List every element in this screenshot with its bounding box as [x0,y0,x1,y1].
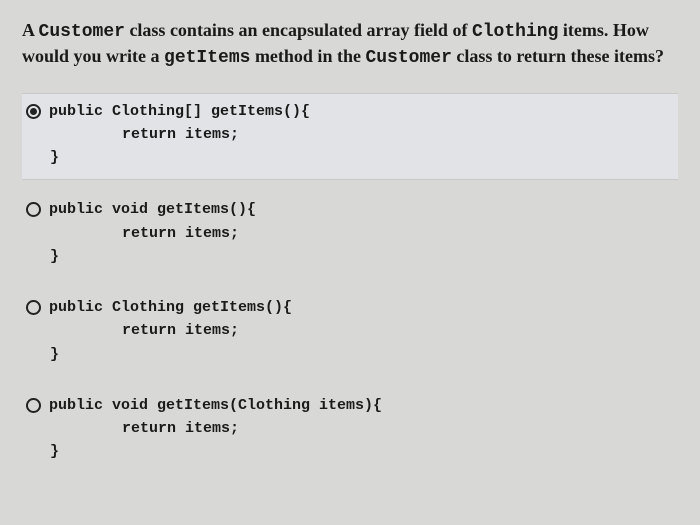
question-prompt: A Customer class contains an encapsulate… [22,18,678,71]
radio-unselected-icon [26,202,41,217]
radio-unselected-icon [26,398,41,413]
radio-selected-icon [26,104,41,119]
option-signature: public void getItems(){ [49,198,256,221]
q-text-4: method in the [250,46,365,66]
radio-unselected-icon [26,300,41,315]
answer-option-4[interactable]: public void getItems(Clothing items){ re… [22,388,678,474]
q-text-1: A [22,20,39,40]
option-body: return items; } [26,222,674,269]
answer-option-1[interactable]: public Clothing[] getItems(){ return ite… [22,93,678,181]
answer-option-2[interactable]: public void getItems(){ return items; } [22,192,678,278]
q-text-2: class contains an encapsulated array fie… [125,20,472,40]
q-code-3: getItems [164,48,250,68]
option-body: return items; } [26,417,674,464]
q-text-5: class to return these items? [452,46,664,66]
q-code-1: Customer [39,22,125,42]
q-code-2: Clothing [472,22,558,42]
answer-option-3[interactable]: public Clothing getItems(){ return items… [22,290,678,376]
option-signature: public void getItems(Clothing items){ [49,394,382,417]
q-code-4: Customer [365,48,451,68]
option-signature: public Clothing getItems(){ [49,296,292,319]
option-signature: public Clothing[] getItems(){ [49,100,310,123]
option-body: return items; } [26,123,674,170]
option-body: return items; } [26,319,674,366]
